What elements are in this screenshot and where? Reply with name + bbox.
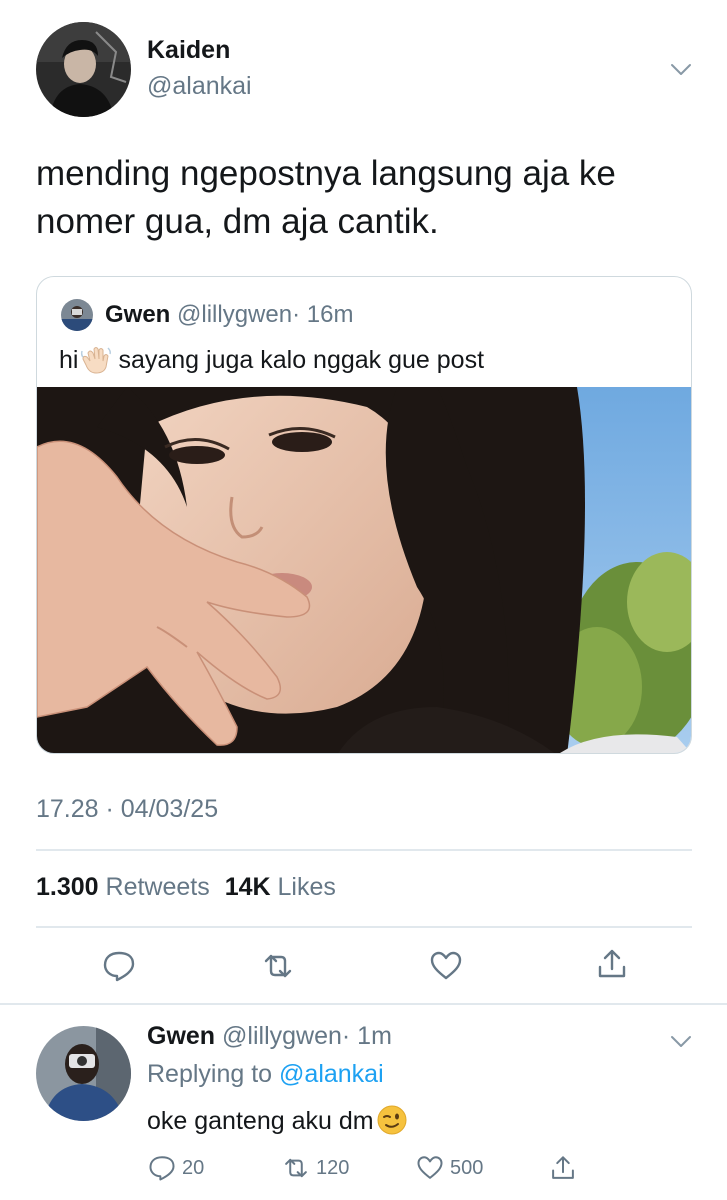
chevron-down-icon[interactable] [668,1028,694,1054]
reply-reply-count: 20 [182,1156,205,1179]
reply-time: · 1m [341,1022,392,1050]
quoted-text: hi sayang juga kalo nggak gue post [59,345,484,375]
retweets-label[interactable]: Retweets [106,873,210,901]
tweet-stats: 1.300 Retweets 14K Likes [36,873,344,902]
heart-icon[interactable] [429,949,463,983]
heart-icon[interactable] [416,1154,444,1182]
quoted-time: · 16m [292,301,354,328]
chevron-down-icon[interactable] [668,56,694,82]
likes-label[interactable]: Likes [278,873,336,901]
divider [36,926,692,928]
author-avatar[interactable] [36,22,131,117]
divider [36,849,692,851]
reply-retweet-action[interactable]: 120 [282,1152,349,1184]
quoted-author-avatar[interactable] [61,299,93,331]
reply-reply-action[interactable]: 20 [148,1152,204,1184]
reply-author-handle[interactable]: @lillygwen [222,1022,342,1050]
reply-header: Gwen @lillygwen· 1m [147,1022,392,1051]
likes-count[interactable]: 14K [225,873,271,901]
tweet-text: mending ngepostnya langsung aja ke nomer… [36,154,616,241]
reply-like-count: 500 [450,1156,484,1179]
reply-text: oke ganteng aku dm [147,1104,408,1136]
reply-text-body: oke ganteng aku dm [147,1107,374,1135]
reply-share-action[interactable] [549,1152,577,1184]
replying-mention[interactable]: @alankai [279,1060,384,1088]
quoted-header: Gwen @lillygwen· 16m [105,301,353,329]
reply-like-action[interactable]: 500 [416,1152,483,1184]
divider [0,1003,727,1005]
tweet-timestamp[interactable]: 17.28 · 04/03/25 [36,795,218,824]
retweet-icon[interactable] [261,949,295,983]
quoted-tweet-card[interactable]: Gwen @lillygwen· 16m hi sayang juga kalo… [36,276,692,754]
reply-icon[interactable] [102,949,136,983]
quoted-photo[interactable] [37,387,691,753]
share-icon[interactable] [595,947,629,981]
retweet-icon[interactable] [282,1154,310,1182]
reply-retweet-count: 120 [316,1156,350,1179]
reply-icon[interactable] [148,1154,176,1182]
reply-author-name[interactable]: Gwen [147,1022,215,1050]
quoted-text-start: hi [59,346,79,374]
quoted-author-name[interactable]: Gwen [105,301,170,328]
quoted-text-end: sayang juga kalo nggak gue post [118,346,485,374]
replying-to: Replying to @alankai [147,1060,384,1089]
reply-author-avatar[interactable] [36,1026,131,1121]
author-handle[interactable]: @alankai [147,72,252,101]
waving-hand-icon [80,345,112,375]
share-icon[interactable] [549,1154,577,1182]
winking-face-icon [376,1104,408,1136]
replying-prefix: Replying to [147,1060,273,1088]
quoted-author-handle[interactable]: @lillygwen [177,301,292,328]
author-name[interactable]: Kaiden [147,36,230,65]
retweets-count[interactable]: 1.300 [36,873,99,901]
